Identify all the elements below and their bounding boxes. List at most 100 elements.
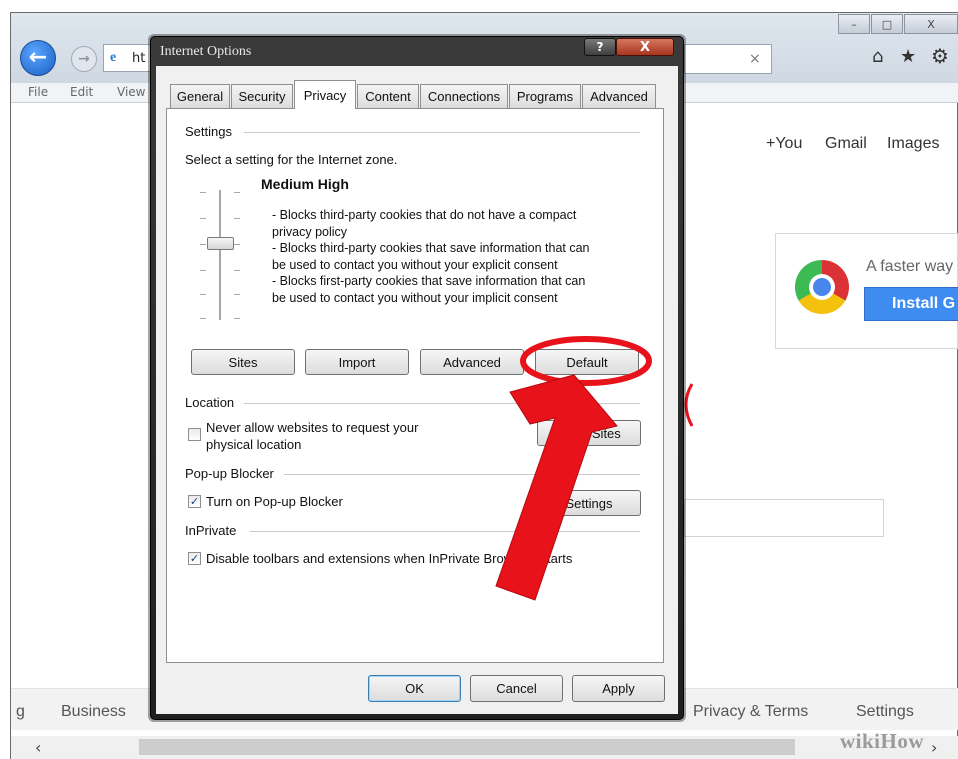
scroll-thumb[interactable] — [139, 739, 795, 755]
apply-button[interactable]: Apply — [572, 675, 665, 702]
slider-tick — [234, 318, 240, 319]
menu-edit[interactable]: Edit — [70, 85, 93, 99]
gmail-link[interactable]: Gmail — [825, 135, 867, 153]
button-label: Cancel — [496, 681, 537, 696]
sites-button[interactable]: Sites — [191, 349, 295, 375]
tab-privacy[interactable]: Privacy — [294, 80, 356, 109]
advanced-button[interactable]: Advanced — [420, 349, 524, 375]
wikihow-watermark: wikiHow — [840, 729, 925, 753]
footer-business-link[interactable]: Business — [61, 703, 126, 721]
slider-tick — [234, 294, 240, 295]
slider-tick — [234, 270, 240, 271]
menu-file[interactable]: File — [28, 85, 48, 99]
install-chrome-button[interactable]: Install G — [864, 287, 958, 321]
chrome-logo-icon — [795, 260, 849, 314]
slider-thumb[interactable] — [207, 237, 234, 250]
tab-label: Connections — [427, 89, 501, 104]
import-button[interactable]: Import — [305, 349, 409, 375]
install-chrome-label: Install G — [892, 295, 956, 312]
privacy-level-title: Medium High — [261, 176, 349, 192]
minimize-icon: – — [851, 17, 857, 31]
dialog-close-button[interactable]: X — [616, 38, 674, 56]
slider-tick — [234, 244, 240, 245]
location-checkbox[interactable] — [188, 428, 201, 441]
inprivate-checkbox[interactable]: ✓ — [188, 552, 201, 565]
checkmark-icon: ✓ — [189, 495, 200, 508]
description-line: privacy policy — [272, 224, 348, 239]
button-label: Import — [338, 354, 376, 370]
footer-privacy-link[interactable]: Privacy & Terms — [693, 703, 808, 721]
tab-label: Advanced — [590, 89, 648, 104]
settings-group-line — [244, 132, 640, 133]
tab-label: Privacy — [303, 87, 347, 103]
google-plus-link[interactable]: +You — [766, 135, 802, 153]
scroll-right-icon[interactable]: › — [931, 738, 937, 757]
chrome-promo-box: A faster way Install G — [775, 233, 958, 349]
slider-tick — [234, 218, 240, 219]
images-link[interactable]: Images — [887, 135, 939, 153]
settings-group-label: Settings — [185, 124, 232, 139]
button-label: OK — [405, 681, 424, 696]
tab-label: Programs — [516, 89, 574, 104]
description-line: be used to contact you without your expl… — [272, 257, 558, 272]
popup-group-line — [284, 474, 640, 475]
home-icon[interactable]: ⌂ — [872, 46, 883, 67]
inprivate-group-line — [250, 531, 640, 532]
location-checkbox-label-2: physical location — [206, 437, 302, 452]
slider-tick — [200, 192, 206, 193]
popup-settings-button[interactable]: Settings — [537, 490, 641, 516]
tab-connections[interactable]: Connections — [420, 84, 508, 108]
clear-sites-button[interactable]: Clear Sites — [537, 420, 641, 446]
search-box[interactable] — [684, 499, 884, 537]
minimize-button[interactable]: – — [838, 14, 870, 34]
tab-content[interactable]: Content — [357, 84, 419, 108]
maximize-button[interactable]: □ — [871, 14, 903, 34]
back-button[interactable]: ← — [20, 40, 56, 76]
checkmark-icon: ✓ — [189, 552, 200, 565]
tab-strip[interactable]: × — [684, 44, 772, 74]
button-label: Default — [566, 354, 608, 370]
gear-icon[interactable]: ⚙ — [931, 44, 949, 68]
default-button[interactable]: Default — [535, 349, 639, 375]
popup-blocker-checkbox[interactable]: ✓ — [188, 495, 201, 508]
ok-button[interactable]: OK — [368, 675, 461, 702]
slider-tick — [200, 294, 206, 295]
slider-tick — [200, 270, 206, 271]
star-icon[interactable]: ★ — [900, 46, 916, 67]
arrow-left-icon: ← — [28, 45, 48, 70]
maximize-icon: □ — [881, 17, 893, 31]
popup-group-label: Pop-up Blocker — [185, 466, 274, 481]
slider-tick — [200, 218, 206, 219]
location-checkbox-label: Never allow websites to request your — [206, 420, 419, 435]
slider-track — [219, 190, 221, 320]
arrow-right-icon: → — [78, 51, 90, 67]
cancel-button[interactable]: Cancel — [470, 675, 563, 702]
close-window-button[interactable]: X — [904, 14, 958, 34]
button-label: Clear Sites — [557, 425, 621, 441]
privacy-level-slider[interactable] — [198, 186, 244, 324]
slider-tick — [200, 318, 206, 319]
help-icon: ? — [596, 40, 604, 54]
button-label: Settings — [565, 495, 613, 511]
scroll-left-icon[interactable]: ‹ — [35, 738, 41, 757]
tab-general[interactable]: General — [170, 84, 230, 108]
footer-fragment: g — [16, 703, 25, 720]
privacy-level-description: - Blocks third-party cookies that do not… — [272, 207, 590, 306]
help-button[interactable]: ? — [584, 38, 616, 56]
close-tab-icon[interactable]: × — [749, 51, 761, 67]
menu-view[interactable]: View — [117, 85, 145, 99]
tab-label: General — [176, 89, 224, 104]
forward-button[interactable]: → — [71, 46, 97, 72]
ie-page-icon: e — [110, 50, 117, 65]
footer-settings-link[interactable]: Settings — [856, 703, 914, 721]
address-bar[interactable]: e ht — [103, 44, 150, 72]
tab-advanced[interactable]: Advanced — [582, 84, 656, 108]
tab-programs[interactable]: Programs — [509, 84, 581, 108]
inprivate-checkbox-label: Disable toolbars and extensions when InP… — [206, 551, 573, 566]
description-line: be used to contact you without your impl… — [272, 290, 558, 305]
slider-tick — [200, 244, 206, 245]
popup-blocker-label: Turn on Pop-up Blocker — [206, 494, 343, 509]
horizontal-scrollbar[interactable]: ‹ › — [11, 736, 958, 759]
tab-security[interactable]: Security — [231, 84, 293, 108]
address-text: ht — [132, 51, 146, 66]
